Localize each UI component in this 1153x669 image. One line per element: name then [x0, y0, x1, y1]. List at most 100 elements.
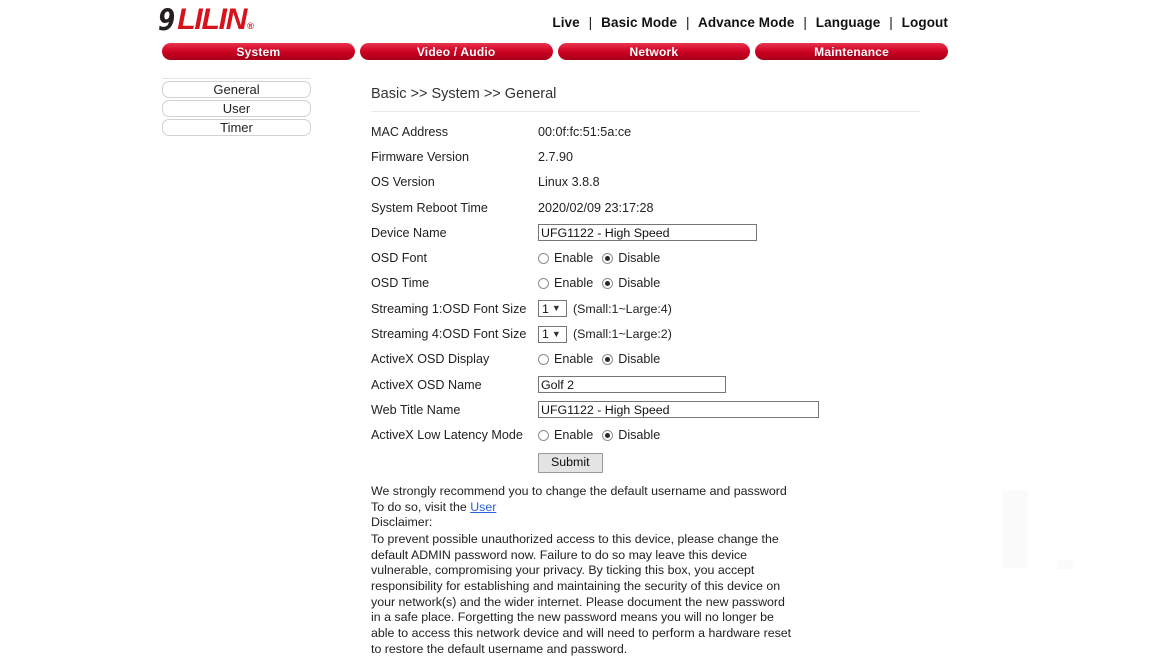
form-row-web-title-name: Web Title Name — [371, 397, 931, 422]
device-name-input[interactable] — [538, 224, 757, 242]
notice-visit-prefix: To do so, visit the — [371, 499, 471, 514]
activex-low-latency-enable-option[interactable]: Enable — [538, 428, 593, 442]
value-streaming1-font-size: 1 ▼ (Small:1~Large:4) — [538, 300, 672, 318]
label-osd-font: OSD Font — [371, 251, 427, 266]
form-row-device-name: Device Name — [371, 220, 931, 245]
activex-osd-display-disable-option[interactable]: Disable — [602, 352, 660, 366]
osd-font-disable-label: Disable — [618, 251, 661, 266]
form-row-mac-address: MAC Address 00:0f:fc:51:5a:ce — [371, 119, 931, 144]
breadcrumb-divider — [371, 111, 920, 112]
form-row-streaming1-font-size: Streaming 1:OSD Font Size 1 ▼ (Small:1~L… — [371, 296, 931, 321]
chevron-down-icon: ▼ — [551, 328, 561, 339]
radio-icon[interactable] — [538, 429, 549, 441]
nav-separator: | — [803, 15, 807, 30]
sidebar-divider — [162, 78, 311, 79]
form-row-activex-osd-display: ActiveX OSD Display Enable Disable — [371, 347, 931, 372]
value-streaming4-font-size: 1 ▼ (Small:1~Large:2) — [538, 325, 672, 343]
tab-network[interactable]: Network — [557, 43, 751, 60]
nav-link-logout[interactable]: Logout — [902, 15, 948, 30]
breadcrumb: Basic >> System >> General — [371, 86, 557, 102]
osd-font-enable-label: Enable — [554, 251, 594, 266]
osd-time-radio-group: Enable Disable — [538, 276, 660, 290]
nav-link-language[interactable]: Language — [816, 15, 881, 30]
activex-osd-name-input[interactable] — [538, 376, 726, 394]
form-row-streaming4-font-size: Streaming 4:OSD Font Size 1 ▼ (Small:1~L… — [371, 321, 931, 346]
streaming1-font-size-hint: (Small:1~Large:4) — [573, 301, 672, 316]
label-streaming4-font-size: Streaming 4:OSD Font Size — [371, 327, 527, 342]
lilin-logo-wordmark: LILIN — [177, 3, 247, 36]
streaming4-font-size-value: 1 — [542, 327, 549, 342]
submit-button[interactable]: Submit — [538, 452, 603, 474]
form-row-os-version: OS Version Linux 3.8.8 — [371, 170, 931, 195]
radio-icon[interactable] — [538, 353, 549, 365]
osd-font-disable-option[interactable]: Disable — [602, 251, 660, 265]
disclaimer-body: To prevent possible unauthorized access … — [371, 531, 792, 656]
label-system-reboot-time: System Reboot Time — [371, 200, 488, 215]
label-web-title-name: Web Title Name — [371, 402, 461, 417]
page-root: 9 LILIN ® Live | Basic Mode | Advance Mo… — [0, 0, 1153, 669]
user-page-link[interactable]: User — [470, 500, 496, 514]
label-activex-low-latency: ActiveX Low Latency Mode — [371, 428, 523, 443]
sidebar-item-user[interactable]: User — [162, 100, 311, 117]
label-activex-osd-name: ActiveX OSD Name — [371, 377, 482, 392]
lilin-logo: 9 LILIN ® — [158, 3, 254, 36]
page-header: 9 LILIN ® Live | Basic Mode | Advance Mo… — [158, 4, 948, 38]
value-activex-osd-name — [538, 376, 726, 394]
nav-link-advance-mode[interactable]: Advance Mode — [698, 15, 794, 30]
form-row-activex-low-latency: ActiveX Low Latency Mode Enable Disable — [371, 423, 931, 448]
value-activex-low-latency: Enable Disable — [538, 428, 660, 442]
activex-osd-display-enable-option[interactable]: Enable — [538, 352, 593, 366]
nav-link-basic-mode[interactable]: Basic Mode — [601, 15, 677, 30]
disclaimer-title: Disclaimer: — [371, 515, 433, 530]
sidebar-item-timer[interactable]: Timer — [162, 119, 311, 136]
form-row-osd-time: OSD Time Enable Disable — [371, 271, 931, 296]
radio-icon[interactable] — [538, 277, 549, 289]
activex-osd-display-disable-label: Disable — [618, 352, 661, 367]
label-firmware-version: Firmware Version — [371, 149, 469, 164]
label-mac-address: MAC Address — [371, 124, 448, 139]
activex-low-latency-enable-label: Enable — [554, 428, 594, 443]
value-mac-address: 00:0f:fc:51:5a:ce — [538, 124, 632, 139]
nav-link-live[interactable]: Live — [552, 15, 579, 30]
label-streaming1-font-size: Streaming 1:OSD Font Size — [371, 301, 527, 316]
sidebar-item-general[interactable]: General — [162, 81, 311, 98]
form-row-submit: Submit — [371, 448, 931, 478]
form-row-osd-font: OSD Font Enable Disable — [371, 245, 931, 270]
label-os-version: OS Version — [371, 175, 435, 190]
activex-low-latency-disable-option[interactable]: Disable — [602, 428, 660, 442]
notice-recommendation-line: We strongly recommend you to change the … — [371, 483, 787, 498]
top-navigation: Live | Basic Mode | Advance Mode | Langu… — [552, 15, 948, 30]
main-tab-bar: System Video / Audio Network Maintenance — [162, 43, 948, 60]
value-osd-font: Enable Disable — [538, 251, 660, 265]
activex-osd-display-enable-label: Enable — [554, 352, 594, 367]
radio-icon[interactable] — [538, 252, 549, 264]
web-title-name-input[interactable] — [538, 401, 819, 419]
nav-separator: | — [889, 15, 893, 30]
streaming4-font-size-select[interactable]: 1 ▼ — [538, 325, 567, 343]
tab-maintenance[interactable]: Maintenance — [755, 43, 948, 60]
radio-selected-icon[interactable] — [602, 277, 614, 289]
label-device-name: Device Name — [371, 225, 447, 240]
background-artifact — [1058, 560, 1074, 570]
value-activex-osd-display: Enable Disable — [538, 352, 660, 366]
background-artifact — [1003, 490, 1028, 568]
radio-selected-icon[interactable] — [602, 252, 614, 264]
tab-video-audio[interactable]: Video / Audio — [359, 43, 553, 60]
streaming4-font-size-hint: (Small:1~Large:2) — [573, 327, 672, 342]
general-settings-form: MAC Address 00:0f:fc:51:5a:ce Firmware V… — [371, 119, 931, 478]
osd-time-disable-label: Disable — [618, 276, 661, 291]
sidebar-menu: General User Timer — [162, 81, 311, 138]
nav-separator: | — [588, 15, 593, 30]
tab-system[interactable]: System — [162, 43, 355, 60]
osd-font-enable-option[interactable]: Enable — [538, 251, 593, 265]
streaming1-font-size-value: 1 — [542, 301, 549, 316]
radio-selected-icon[interactable] — [602, 353, 614, 365]
osd-time-enable-option[interactable]: Enable — [538, 276, 593, 290]
osd-time-disable-option[interactable]: Disable — [602, 276, 660, 290]
value-device-name — [538, 224, 757, 242]
nav-separator: | — [686, 15, 690, 30]
radio-selected-icon[interactable] — [602, 429, 614, 441]
form-row-activex-osd-name: ActiveX OSD Name — [371, 372, 931, 397]
streaming1-font-size-select[interactable]: 1 ▼ — [538, 300, 567, 318]
value-system-reboot-time: 2020/02/09 23:17:28 — [538, 200, 654, 215]
